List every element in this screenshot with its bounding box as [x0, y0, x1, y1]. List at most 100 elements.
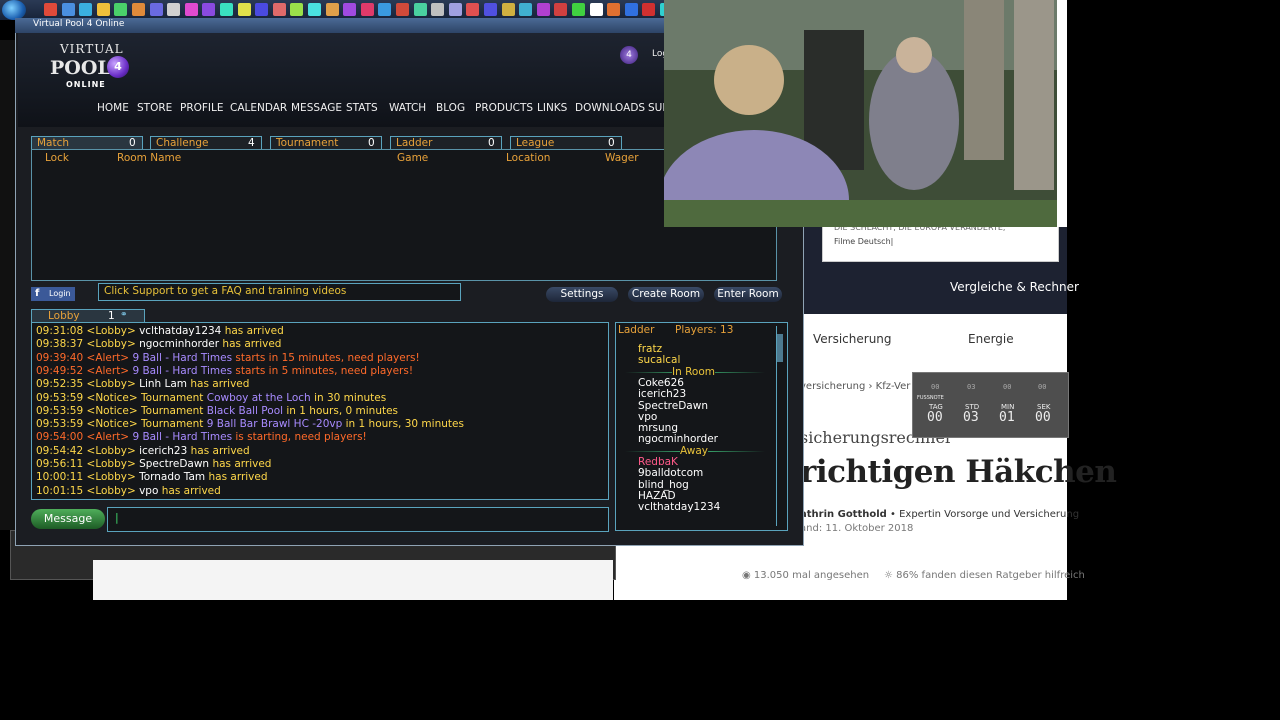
col-room-name[interactable]: Room Name: [117, 152, 181, 164]
chat-username[interactable]: icerich23: [139, 445, 187, 457]
player-name[interactable]: mrsung: [638, 422, 678, 434]
taskbar-app-icon[interactable]: [519, 3, 533, 16]
col-game[interactable]: Game: [397, 152, 428, 164]
chat-room-link[interactable]: 9 Ball - Hard Times: [132, 365, 232, 377]
taskbar-app-icon[interactable]: [413, 3, 427, 16]
taskbar-app-icon[interactable]: [448, 3, 462, 16]
settings-button[interactable]: Settings: [546, 287, 618, 302]
enter-room-button[interactable]: Enter Room: [714, 287, 782, 302]
taskbar-app-icon[interactable]: [167, 3, 181, 16]
nav-home[interactable]: HOME: [97, 102, 129, 114]
chat-username[interactable]: SpectreDawn: [139, 458, 209, 470]
taskbar-app-icon[interactable]: [79, 3, 93, 16]
web-nav-energie[interactable]: Energie: [968, 332, 1014, 346]
create-room-button[interactable]: Create Room: [628, 287, 704, 302]
login-ball-icon[interactable]: 4: [620, 46, 638, 64]
message-input[interactable]: |: [107, 507, 609, 532]
chat-tournament-link[interactable]: 9 Ball Bar Brawl HC -20vp: [207, 418, 343, 430]
author-name[interactable]: athrin Gotthold: [800, 509, 887, 520]
chat-username[interactable]: ngocminhorder: [139, 338, 219, 350]
player-name[interactable]: sucalcal: [638, 354, 680, 366]
col-location[interactable]: Location: [506, 152, 550, 164]
taskbar-app-icon[interactable]: [589, 3, 603, 16]
tab-league[interactable]: League 0: [510, 136, 622, 150]
taskbar-app-icon[interactable]: [237, 3, 251, 16]
taskbar-app-icon[interactable]: [255, 3, 269, 16]
tab-match[interactable]: Match 0: [31, 136, 143, 150]
player-name[interactable]: vclthatday1234: [638, 501, 720, 513]
player-name[interactable]: fratz: [638, 343, 662, 355]
col-lock[interactable]: Lock: [45, 152, 69, 164]
nav-calendar[interactable]: CALENDAR: [230, 102, 287, 114]
taskbar-app-icon[interactable]: [484, 3, 497, 16]
taskbar-app-icon[interactable]: [220, 3, 233, 16]
player-name[interactable]: Coke626: [638, 377, 684, 389]
tab-ladder[interactable]: Ladder 0: [390, 136, 502, 150]
taskbar-app-icon[interactable]: [61, 3, 75, 16]
chat-username[interactable]: Tornado Tam: [139, 471, 205, 483]
taskbar-app-icon[interactable]: [132, 3, 145, 16]
nav-blog[interactable]: BLOG: [436, 102, 465, 114]
player-name[interactable]: icerich23: [638, 388, 686, 400]
nav-store[interactable]: STORE: [137, 102, 172, 114]
nav-stats[interactable]: STATS: [346, 102, 378, 114]
start-button-icon[interactable]: [2, 0, 26, 20]
player-name[interactable]: HAZAD: [638, 490, 676, 502]
taskbar-app-icon[interactable]: [554, 3, 568, 16]
chat-username[interactable]: vclthatday1234: [139, 325, 221, 337]
taskbar-app-icon[interactable]: [149, 3, 163, 16]
taskbar-app-icon[interactable]: [378, 3, 392, 16]
taskbar-app-icon[interactable]: [572, 3, 585, 16]
chat-tournament-link[interactable]: Black Ball Pool: [207, 405, 283, 417]
web-nav-versicherung[interactable]: Versicherung: [813, 332, 892, 346]
message-button[interactable]: Message: [31, 509, 105, 529]
taskbar-app-icon[interactable]: [431, 3, 445, 16]
player-name[interactable]: ngocminhorder: [638, 433, 718, 445]
chat-username[interactable]: Linh Lam: [139, 378, 187, 390]
nav-profile[interactable]: PROFILE: [180, 102, 224, 114]
taskbar-app-icon[interactable]: [290, 3, 304, 16]
tab-lobby[interactable]: Lobby 1 ⚭: [31, 309, 145, 323]
tab-challenge[interactable]: Challenge 4: [150, 136, 262, 150]
nav-products[interactable]: PRODUCTS: [475, 102, 533, 114]
video-player[interactable]: [664, 0, 1067, 227]
player-name[interactable]: vpo: [638, 411, 657, 423]
taskbar-app-icon[interactable]: [114, 3, 128, 16]
col-wager[interactable]: Wager: [605, 152, 639, 164]
player-name[interactable]: RedbaK: [638, 456, 678, 468]
taskbar-app-icon[interactable]: [184, 3, 198, 16]
taskbar-app-icon[interactable]: [96, 3, 110, 16]
countdown-widget[interactable]: FUSSNOTE 00 03 00 00 TAG STD MIN SEK 00 …: [912, 372, 1069, 438]
nav-downloads[interactable]: DOWNLOADS: [575, 102, 645, 114]
taskbar-app-icon[interactable]: [466, 3, 480, 16]
nav-links[interactable]: LINKS: [537, 102, 567, 114]
taskbar-app-icon[interactable]: [624, 3, 638, 16]
player-name[interactable]: blind_hog: [638, 479, 689, 491]
taskbar-app-icon[interactable]: [325, 3, 339, 16]
tab-tournament[interactable]: Tournament 0: [270, 136, 382, 150]
taskbar-app-icon[interactable]: [396, 3, 409, 16]
chat-room-link[interactable]: 9 Ball - Hard Times: [132, 431, 232, 443]
web-header-title[interactable]: Vergleiche & Rechner: [950, 280, 1079, 294]
nav-watch[interactable]: WATCH: [389, 102, 426, 114]
player-name[interactable]: 9balldotcom: [638, 467, 703, 479]
taskbar-app-icon[interactable]: [272, 3, 286, 16]
chat-tournament-link[interactable]: Cowboy at the Loch: [207, 392, 311, 404]
nav-message[interactable]: MESSAGE: [291, 102, 342, 114]
taskbar-app-icon[interactable]: [44, 3, 57, 16]
breadcrumb-item[interactable]: versicherung: [800, 381, 865, 392]
breadcrumb-item[interactable]: Kfz-Ver: [876, 381, 911, 392]
taskbar-app-icon[interactable]: [308, 3, 321, 16]
taskbar-app-icon[interactable]: [343, 3, 357, 16]
taskbar-app-icon[interactable]: [536, 3, 550, 16]
taskbar-app-icon[interactable]: [202, 3, 216, 16]
taskbar-app-icon[interactable]: [607, 3, 621, 16]
taskbar-app-icon[interactable]: [642, 3, 656, 16]
scrollbar-thumb[interactable]: [777, 334, 783, 362]
chat-username[interactable]: vpo: [139, 485, 158, 497]
player-name[interactable]: SpectreDawn: [638, 400, 708, 412]
taskbar-app-icon[interactable]: [501, 3, 515, 16]
facebook-login-button[interactable]: f Login: [31, 287, 75, 301]
chat-room-link[interactable]: 9 Ball - Hard Times: [132, 352, 232, 364]
taskbar-app-icon[interactable]: [360, 3, 374, 16]
